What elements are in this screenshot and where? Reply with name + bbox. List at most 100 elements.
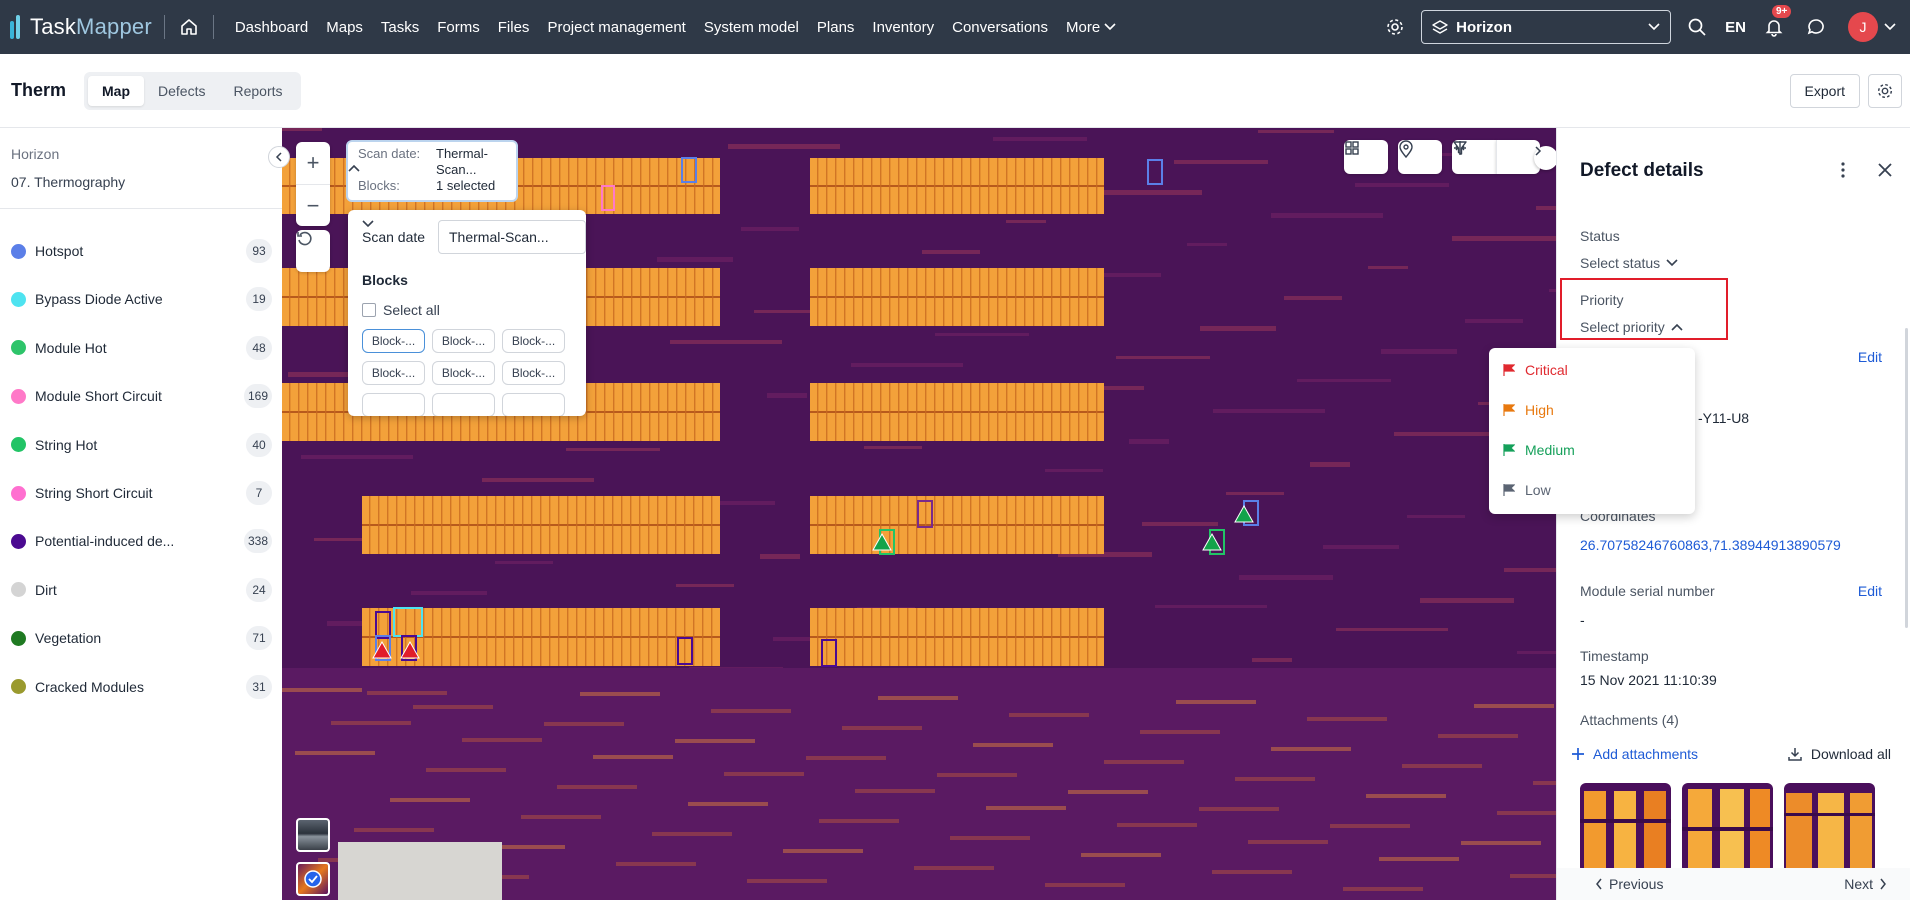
chat-icon[interactable] [1802,13,1830,41]
priority-option-label: Medium [1525,442,1575,458]
status-select[interactable]: Select status [1580,255,1678,271]
block-chip[interactable]: Block-... [362,361,425,385]
block-chip[interactable]: Block-... [502,361,565,385]
nav-link-system-model[interactable]: System model [695,19,808,36]
defect-type-item[interactable]: Vegetation 71 [0,618,282,658]
zoom-in-button[interactable]: + [296,142,330,184]
export-button[interactable]: Export [1789,74,1860,108]
panel-cell-line [826,608,828,666]
nav-link-tasks[interactable]: Tasks [372,19,428,36]
nav-link-dashboard[interactable]: Dashboard [226,19,317,36]
map-minimap[interactable] [338,842,502,900]
priority-option-high[interactable]: High [1503,402,1554,418]
gear-icon[interactable] [1381,13,1409,41]
panel-cell-line [871,496,873,554]
defect-type-item[interactable]: Hotspot 93 [0,231,282,271]
collapse-sidebar-button[interactable] [268,146,290,168]
priority-option-critical[interactable]: Critical [1503,362,1568,378]
ground-texture [413,705,493,709]
panel-cell-line [693,496,695,554]
ground-texture [1510,874,1556,878]
reset-view-button[interactable] [296,230,330,272]
defect-type-item[interactable]: Dirt 24 [0,570,282,610]
gear-icon[interactable] [1868,74,1902,108]
defect-type-item[interactable]: Bypass Diode Active 19 [0,279,282,319]
tab-defects[interactable]: Defects [144,76,219,106]
priority-option-low[interactable]: Low [1503,482,1551,498]
home-icon[interactable] [177,15,201,39]
tab-reports[interactable]: Reports [219,76,296,106]
block-chip[interactable]: Block-... [502,329,565,353]
panel-cell-line [907,158,909,214]
panel-cell-line [1060,496,1062,554]
collapse-right-panel-button[interactable] [1534,146,1556,170]
workspace-select[interactable]: Horizon [1421,10,1672,44]
base-layer-thumbnail[interactable] [296,818,330,852]
more-vertical-icon[interactable] [1833,160,1853,183]
user-avatar[interactable]: J [1848,12,1878,42]
block-chip[interactable] [502,393,565,416]
attachment-thumbnail[interactable] [1682,783,1773,873]
terrain-texture [1407,515,1465,518]
ground-texture [580,692,660,696]
block-chip[interactable]: Block-... [432,361,495,385]
terrain-texture [1271,213,1383,218]
close-icon[interactable] [1875,160,1895,183]
nav-more-menu[interactable]: More [1057,19,1125,36]
terrain-texture [1045,469,1103,472]
nav-link-plans[interactable]: Plans [808,19,864,36]
scan-date-select[interactable]: Thermal-Scan... [362,220,586,254]
block-chip[interactable]: Block-... [432,329,495,353]
defect-type-item[interactable]: Cracked Modules 31 [0,667,282,707]
scan-filter-summary[interactable]: Scan date: Thermal-Scan... Blocks: 1 sel… [346,140,518,202]
attachment-thumbnail[interactable] [1580,783,1671,873]
bell-icon[interactable]: 9+ [1760,5,1792,41]
breadcrumb-project[interactable]: Horizon [11,146,59,162]
nav-link-project-management[interactable]: Project management [538,19,694,36]
chevron-up-icon[interactable] [348,164,360,172]
attachment-thumbnail[interactable] [1784,783,1875,873]
language-selector[interactable]: EN [1725,19,1746,36]
download-all-button[interactable]: Download all [1787,746,1891,762]
nav-link-maps[interactable]: Maps [317,19,372,36]
zoom-out-button[interactable]: − [296,184,330,226]
previous-button[interactable]: Previous [1595,876,1663,892]
block-chip[interactable] [362,393,425,416]
nav-link-inventory[interactable]: Inventory [863,19,943,36]
nav-link-files[interactable]: Files [489,19,539,36]
coordinates-link[interactable]: 26.70758246760863,71.38944913890579 [1580,537,1841,553]
nav-link-conversations[interactable]: Conversations [943,19,1057,36]
ground-texture [1474,704,1554,708]
panel-cell-line [961,383,963,441]
panel-scrollbar[interactable] [1905,328,1908,628]
edit-serial-link[interactable]: Edit [1858,583,1882,599]
location-pin-button[interactable] [1398,140,1442,174]
panel-cell-line [889,383,891,441]
block-chip[interactable] [432,393,495,416]
defect-type-item[interactable]: String Short Circuit 7 [0,473,282,513]
grid-view-button[interactable] [1344,140,1388,174]
select-all-checkbox[interactable]: Select all [362,302,440,318]
panel-cell-line [594,608,596,666]
add-attachments-button[interactable]: Add attachments [1571,746,1698,762]
block-chip[interactable]: Block-... [362,329,425,353]
next-button[interactable]: Next [1844,876,1887,892]
defect-type-item[interactable]: Potential-induced de... 338 [0,521,282,561]
search-icon[interactable] [1683,13,1711,41]
thermal-map-view[interactable]: + − Scan date: Thermal-Scan... Blocks: 1… [282,128,1556,900]
breadcrumb-folder[interactable]: 07. Thermography [11,174,125,190]
nav-link-forms[interactable]: Forms [428,19,489,36]
priority-option-medium[interactable]: Medium [1503,442,1575,458]
thermal-layer-thumbnail[interactable] [296,862,330,896]
ground-texture [1140,730,1220,734]
defect-type-item[interactable]: String Hot 40 [0,425,282,465]
taskmapper-logo[interactable]: TaskMapper [10,0,152,54]
chevron-down-icon[interactable] [1884,23,1896,31]
edit-link[interactable]: Edit [1858,349,1882,365]
tab-map[interactable]: Map [88,75,145,106]
panel-cell-line [334,268,336,326]
checkbox-box[interactable] [362,303,376,317]
defect-type-item[interactable]: Module Short Circuit 169 [0,376,282,416]
panel-cell-line [853,608,855,666]
defect-type-item[interactable]: Module Hot 48 [0,328,282,368]
